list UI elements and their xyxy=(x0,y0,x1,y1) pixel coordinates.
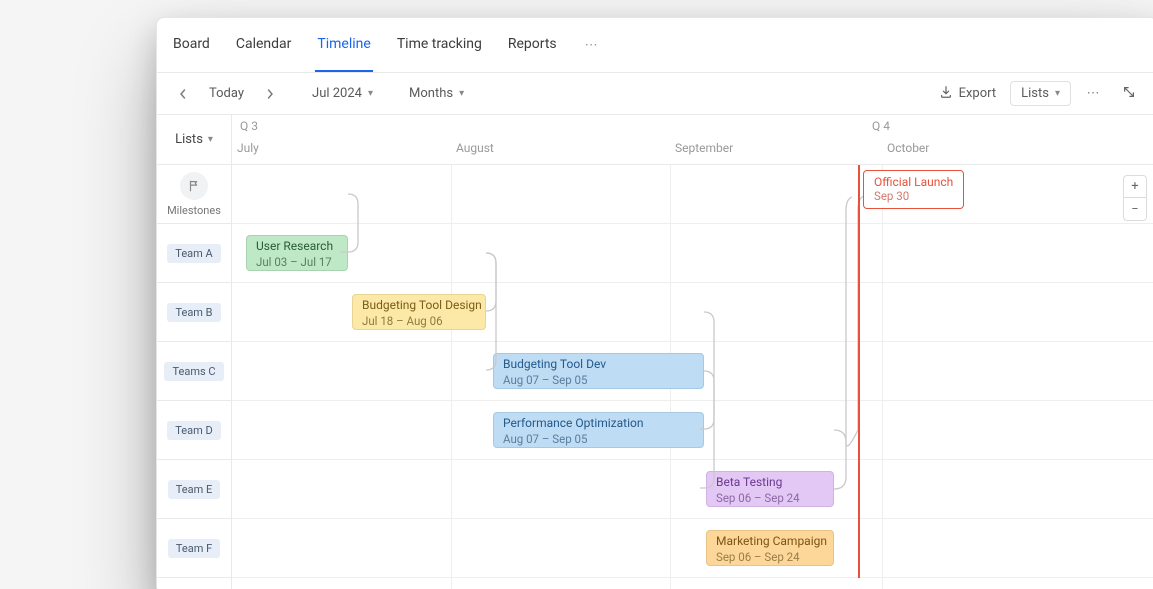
list-row-header[interactable]: Team A xyxy=(157,224,231,283)
next-button[interactable] xyxy=(258,82,282,106)
timeline-grid: Lists ▾ Milestones Team A Team B Teams C Te… xyxy=(157,115,1153,589)
timeline-row: Beta TestingSep 06 – Sep 24 xyxy=(232,460,1153,519)
milestones-label: Milestones xyxy=(167,204,221,217)
today-button[interactable]: Today xyxy=(203,82,250,105)
minus-icon: − xyxy=(1131,202,1138,217)
list-name-pill: Team E xyxy=(168,480,220,499)
milestones-row-header: Milestones xyxy=(157,165,231,224)
export-button[interactable]: Export xyxy=(933,81,1003,107)
month-label: October xyxy=(887,141,929,155)
task-bar[interactable]: Performance OptimizationAug 07 – Sep 05 xyxy=(493,412,704,448)
milestone-date: Sep 30 xyxy=(874,189,953,203)
more-options-button[interactable]: ⋯ xyxy=(1079,80,1107,108)
view-tab-timeline[interactable]: Timeline xyxy=(315,18,372,72)
timeline-chart[interactable]: Q 3 Q 4 July August September October Officia… xyxy=(232,115,1153,589)
time-axis-header: Q 3 Q 4 July August September October xyxy=(232,115,1153,165)
view-tab-label: Reports xyxy=(508,36,557,52)
chevron-down-icon: ▾ xyxy=(1055,88,1060,99)
lists-filter-label: Lists xyxy=(1021,86,1049,101)
view-tab-label: Time tracking xyxy=(397,36,482,52)
task-bar[interactable]: User ResearchJul 03 – Jul 17 xyxy=(246,235,348,271)
task-bar-title: Budgeting Tool Dev xyxy=(503,357,694,372)
view-tab-label: Timeline xyxy=(317,36,370,52)
date-selector-label: Jul 2024 xyxy=(312,86,362,101)
zoom-in-button[interactable]: + xyxy=(1124,176,1146,198)
timeline-window: Board Calendar Timeline Time tracking Report… xyxy=(156,17,1153,589)
view-tab-calendar[interactable]: Calendar xyxy=(234,18,294,72)
list-row-header[interactable]: Team D xyxy=(157,401,231,460)
list-name-pill: Team B xyxy=(167,303,220,322)
task-bar-title: Budgeting Tool Design xyxy=(362,298,476,313)
task-bar-dates: Sep 06 – Sep 24 xyxy=(716,491,824,506)
list-name-pill: Teams C xyxy=(164,362,223,381)
list-name-pill: Team F xyxy=(168,539,220,558)
task-bar[interactable]: Beta TestingSep 06 – Sep 24 xyxy=(706,471,834,507)
month-label: August xyxy=(456,141,494,155)
lists-dropdown[interactable]: Lists ▾ xyxy=(157,115,231,165)
quarter-label: Q 4 xyxy=(872,119,890,133)
view-tab-label: Board xyxy=(173,36,210,52)
task-bar-title: Performance Optimization xyxy=(503,416,694,431)
expand-icon xyxy=(1122,85,1136,103)
task-bar[interactable]: Budgeting Tool DesignJul 18 – Aug 06 xyxy=(352,294,486,330)
task-bar-dates: Jul 18 – Aug 06 xyxy=(362,314,476,329)
milestones-row xyxy=(232,165,1153,224)
view-tab-time-tracking[interactable]: Time tracking xyxy=(395,18,484,72)
task-bar-dates: Aug 07 – Sep 05 xyxy=(503,432,694,447)
month-label: July xyxy=(237,141,259,155)
more-icon: ⋯ xyxy=(585,38,598,53)
list-row-header[interactable]: Team B xyxy=(157,283,231,342)
prev-button[interactable] xyxy=(171,82,195,106)
lists-filter-button[interactable]: Lists ▾ xyxy=(1010,81,1071,106)
list-row-header[interactable]: Teams C xyxy=(157,342,231,401)
view-tab-board[interactable]: Board xyxy=(171,18,212,72)
scale-selector-label: Months xyxy=(409,86,453,101)
timeline-row: User ResearchJul 03 – Jul 17 xyxy=(232,224,1153,283)
list-name-pill: Team A xyxy=(167,244,220,263)
toolbar: Today Jul 2024 ▾ Months ▾ Export xyxy=(157,73,1153,115)
more-icon: ⋯ xyxy=(1087,86,1100,101)
timeline-row: Budgeting Tool DevAug 07 – Sep 05 xyxy=(232,342,1153,401)
view-tab-label: Calendar xyxy=(236,36,292,52)
zoom-out-button[interactable]: − xyxy=(1124,198,1146,220)
task-bar[interactable]: Marketing CampaignSep 06 – Sep 24 xyxy=(706,530,834,566)
scale-selector[interactable]: Months ▾ xyxy=(403,82,470,105)
milestone-card[interactable]: Official Launch Sep 30 xyxy=(863,170,964,209)
export-button-label: Export xyxy=(959,86,997,101)
milestone-marker xyxy=(858,165,860,578)
month-label: September xyxy=(675,141,733,155)
task-bar-dates: Sep 06 – Sep 24 xyxy=(716,550,824,565)
date-selector[interactable]: Jul 2024 ▾ xyxy=(306,82,379,105)
download-icon xyxy=(939,85,953,103)
fullscreen-button[interactable] xyxy=(1115,80,1143,108)
task-bar[interactable]: Budgeting Tool DevAug 07 – Sep 05 xyxy=(493,353,704,389)
list-name-pill: Team D xyxy=(167,421,220,440)
timeline-row: Performance OptimizationAug 07 – Sep 05 xyxy=(232,401,1153,460)
timeline-row: Marketing CampaignSep 06 – Sep 24 xyxy=(232,519,1153,578)
plus-icon: + xyxy=(1131,179,1138,194)
view-tab-reports[interactable]: Reports xyxy=(506,18,559,72)
task-bar-title: User Research xyxy=(256,239,338,254)
chevron-down-icon: ▾ xyxy=(208,134,213,145)
timeline-rows: User ResearchJul 03 – Jul 17Budgeting To… xyxy=(232,165,1153,589)
flag-icon xyxy=(180,172,208,200)
quarter-label: Q 3 xyxy=(240,119,258,133)
task-bar-title: Marketing Campaign xyxy=(716,534,824,549)
view-tabs: Board Calendar Timeline Time tracking Report… xyxy=(157,18,1153,73)
today-button-label: Today xyxy=(209,86,244,101)
task-bar-dates: Jul 03 – Jul 17 xyxy=(256,255,338,270)
task-bar-dates: Aug 07 – Sep 05 xyxy=(503,373,694,388)
zoom-controls: + − xyxy=(1123,175,1147,221)
tabs-more-button[interactable]: ⋯ xyxy=(581,38,602,53)
timeline-row: Budgeting Tool DesignJul 18 – Aug 06 xyxy=(232,283,1153,342)
list-sidebar: Lists ▾ Milestones Team A Team B Teams C Te… xyxy=(157,115,232,589)
lists-dropdown-label: Lists xyxy=(175,132,203,147)
list-row-header[interactable]: Team E xyxy=(157,460,231,519)
chevron-down-icon: ▾ xyxy=(459,88,464,99)
list-row-header[interactable]: Team F xyxy=(157,519,231,578)
milestone-title: Official Launch xyxy=(874,175,953,189)
chevron-down-icon: ▾ xyxy=(368,88,373,99)
task-bar-title: Beta Testing xyxy=(716,475,824,490)
